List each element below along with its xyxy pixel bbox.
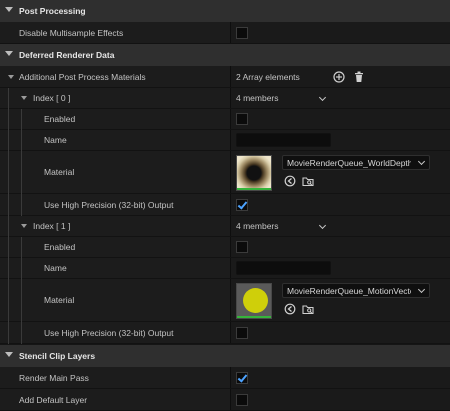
value-cell xyxy=(231,389,450,410)
property-row-name: Name xyxy=(0,258,450,279)
material-thumbnail[interactable] xyxy=(236,283,272,319)
property-row-disable-msaa: Disable Multisample Effects xyxy=(0,22,450,44)
indent-guide xyxy=(8,130,9,151)
motion-vector-preview-circle xyxy=(243,288,268,313)
material-asset-picker[interactable]: MovieRenderQueue_MotionVectors xyxy=(282,283,430,298)
disable-msaa-checkbox[interactable] xyxy=(236,27,248,39)
material-asset-picker[interactable]: MovieRenderQueue_WorldDepth xyxy=(282,155,430,170)
use-selected-asset-icon[interactable] xyxy=(284,175,296,187)
property-row-render-main-pass: Render Main Pass xyxy=(0,367,450,389)
section-title: Post Processing xyxy=(19,6,86,16)
member-count: 4 members xyxy=(236,93,279,103)
indent-guide xyxy=(21,194,22,216)
property-row-high-precision: Use High Precision (32-bit) Output xyxy=(0,194,450,216)
property-label: Name xyxy=(44,263,67,273)
indent-guide xyxy=(8,258,9,279)
expand-arrow-icon[interactable] xyxy=(21,96,27,100)
add-element-icon[interactable] xyxy=(333,71,345,83)
indent-guide xyxy=(8,216,9,237)
chevron-down-icon xyxy=(417,285,426,294)
value-cell xyxy=(231,22,450,43)
section-deferred-renderer-data[interactable]: Deferred Renderer Data xyxy=(0,44,450,66)
array-element-1-header: Index [ 1 ] 4 members xyxy=(0,216,450,237)
property-row-name: Name xyxy=(0,130,450,151)
enabled-checkbox[interactable] xyxy=(236,241,248,253)
thumbnail-underline xyxy=(237,316,271,318)
indent-guide xyxy=(8,279,9,322)
property-row-high-precision: Use High Precision (32-bit) Output xyxy=(0,322,450,344)
property-row-additional-ppm: Additional Post Process Materials 2 Arra… xyxy=(0,66,450,88)
material-asset-name: MovieRenderQueue_MotionVectors xyxy=(287,286,411,296)
property-row-enabled: Enabled xyxy=(0,237,450,258)
property-row-material: Material MovieRenderQueue_MotionVectors xyxy=(0,279,450,322)
indent-guide xyxy=(8,109,9,130)
collapse-arrow-icon[interactable] xyxy=(5,7,13,12)
enabled-checkbox[interactable] xyxy=(236,113,248,125)
name-input[interactable] xyxy=(236,133,331,147)
property-label: Material xyxy=(44,295,75,305)
indent-guide xyxy=(21,322,22,344)
property-label: Add Default Layer xyxy=(19,394,88,405)
chevron-down-icon xyxy=(417,157,426,166)
property-label: Enabled xyxy=(44,242,76,252)
details-panel: Post Processing Disable Multisample Effe… xyxy=(0,0,450,411)
indent-guide xyxy=(21,279,22,322)
section-post-processing[interactable]: Post Processing xyxy=(0,0,450,22)
member-count: 4 members xyxy=(236,221,279,231)
indent-guide xyxy=(21,237,22,258)
expand-arrow-icon[interactable] xyxy=(8,75,14,79)
section-stencil-clip-layers[interactable]: Stencil Clip Layers xyxy=(0,345,450,367)
property-label: Use High Precision (32-bit) Output xyxy=(44,199,174,210)
indent-guide xyxy=(21,151,22,194)
property-row-enabled: Enabled xyxy=(0,109,450,130)
array-index-label: Index [ 0 ] xyxy=(33,93,71,103)
indent-guide xyxy=(8,322,9,344)
indent-guide xyxy=(8,88,9,109)
render-main-pass-checkbox[interactable] xyxy=(236,372,248,384)
browse-asset-icon[interactable] xyxy=(302,303,314,315)
value-cell xyxy=(231,322,450,343)
property-row-material: Material MovieRenderQueue_WorldDepth xyxy=(0,151,450,194)
material-thumbnail[interactable] xyxy=(236,155,272,191)
expand-arrow-icon[interactable] xyxy=(21,224,27,228)
array-element-0-header: Index [ 0 ] 4 members xyxy=(0,88,450,109)
indent-guide xyxy=(21,130,22,151)
collapse-arrow-icon[interactable] xyxy=(5,352,13,357)
use-selected-asset-icon[interactable] xyxy=(284,303,296,315)
value-cell xyxy=(231,237,450,257)
add-default-layer-checkbox[interactable] xyxy=(236,394,248,406)
property-label: Material xyxy=(44,167,75,177)
high-precision-checkbox[interactable] xyxy=(236,327,248,339)
property-row-add-default-layer: Add Default Layer xyxy=(0,389,450,411)
collapse-arrow-icon[interactable] xyxy=(5,51,13,56)
material-asset-name: MovieRenderQueue_WorldDepth xyxy=(287,158,411,168)
high-precision-checkbox[interactable] xyxy=(236,199,248,211)
property-label: Use High Precision (32-bit) Output xyxy=(44,327,174,338)
array-index-label: Index [ 1 ] xyxy=(33,221,71,231)
delete-all-icon[interactable] xyxy=(353,71,365,83)
indent-guide xyxy=(8,237,9,258)
thumbnail-underline xyxy=(237,188,271,190)
name-input[interactable] xyxy=(236,261,331,275)
indent-guide xyxy=(21,109,22,130)
array-count: 2 Array elements xyxy=(236,71,300,82)
property-label: Name xyxy=(44,135,67,145)
property-label: Enabled xyxy=(44,114,76,124)
browse-asset-icon[interactable] xyxy=(302,175,314,187)
indent-guide xyxy=(21,258,22,279)
indent-guide xyxy=(8,151,9,194)
section-title: Stencil Clip Layers xyxy=(19,351,96,361)
value-cell xyxy=(231,367,450,388)
property-label: Render Main Pass xyxy=(19,372,89,383)
property-label: Additional Post Process Materials xyxy=(19,71,146,82)
indent-guide xyxy=(8,194,9,216)
value-cell xyxy=(231,194,450,215)
section-title: Deferred Renderer Data xyxy=(19,50,115,60)
value-cell xyxy=(231,109,450,129)
property-label: Disable Multisample Effects xyxy=(19,27,124,38)
